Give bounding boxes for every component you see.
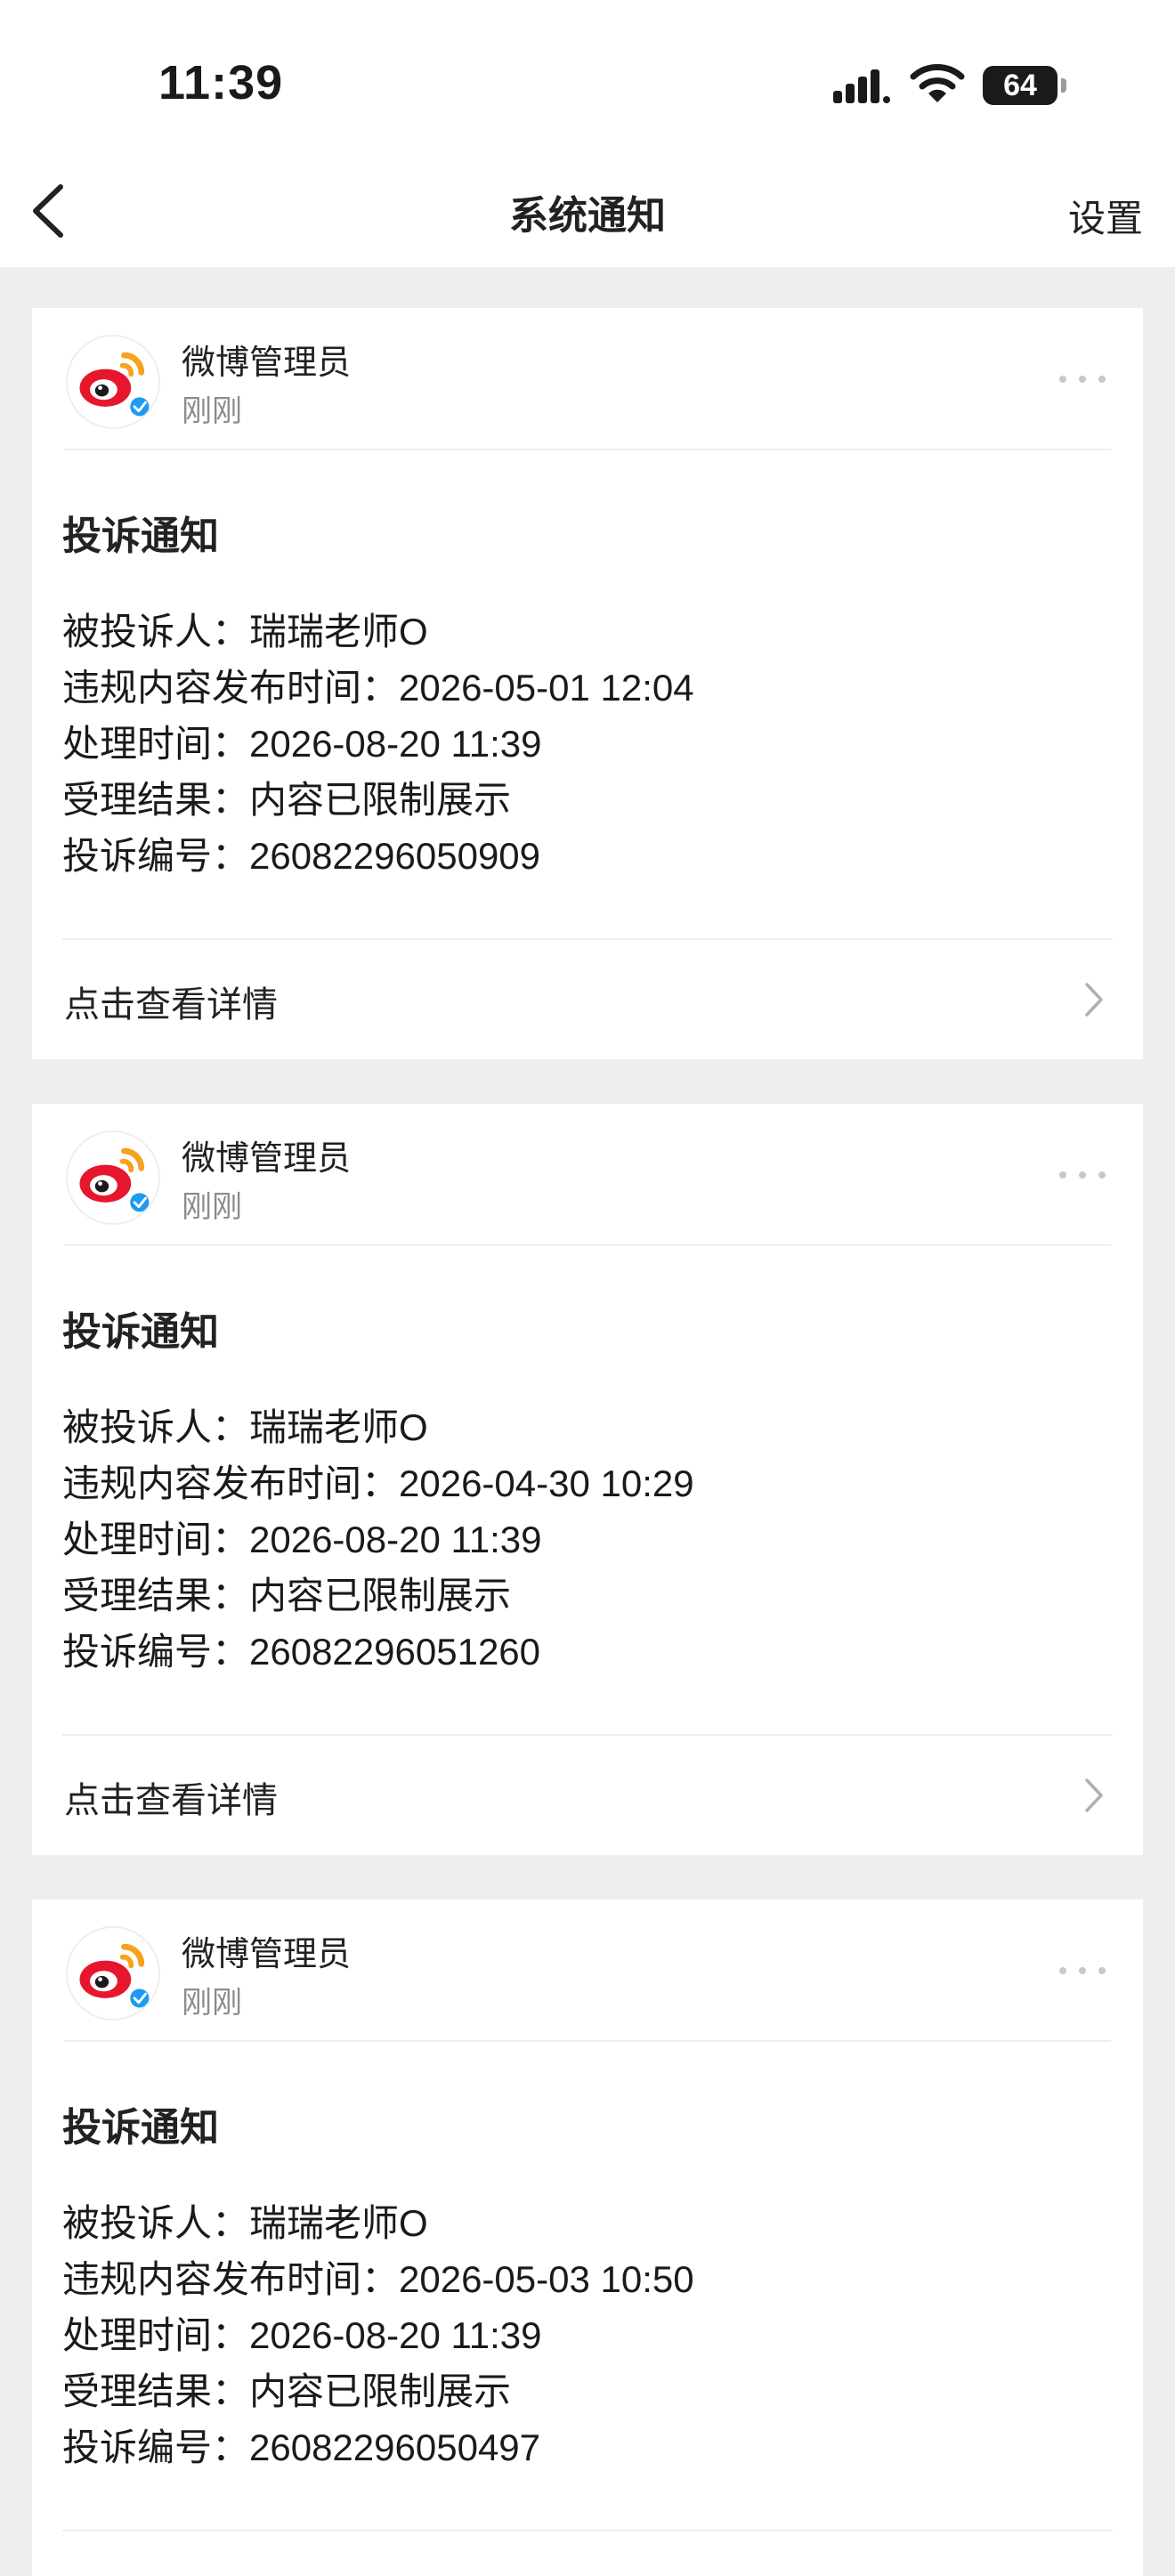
detail-line: 受理结果：内容已限制展示 <box>62 779 512 821</box>
settings-button[interactable]: 设置 <box>1068 189 1143 243</box>
notice-details: 被投诉人：瑞瑞老师O 违规内容发布时间：2026-05-01 12:04 处理时… <box>62 603 694 884</box>
message-time: 刚刚 <box>182 1189 242 1225</box>
battery-cap <box>1061 78 1066 93</box>
sender-name[interactable]: 微博管理员 <box>182 335 351 384</box>
divider <box>64 2040 1111 2042</box>
detail-line: 被投诉人：瑞瑞老师O <box>62 1406 428 1448</box>
detail-line: 违规内容发布时间：2026-05-01 12:04 <box>62 667 694 709</box>
chevron-right-icon <box>1085 1778 1103 1812</box>
notice-title: 投诉通知 <box>62 1309 219 1355</box>
sender-name[interactable]: 微博管理员 <box>182 1130 351 1179</box>
view-details-link[interactable]: 点击查看详情 <box>64 976 278 1027</box>
message-time: 刚刚 <box>182 1985 242 2021</box>
detail-line: 处理时间：2026-08-20 11:39 <box>62 1519 542 1560</box>
status-bar: 11:39 64 <box>0 0 1175 160</box>
notice-title: 投诉通知 <box>62 514 219 559</box>
navigation-bar: 系统通知 设置 <box>0 160 1175 267</box>
detail-line: 被投诉人：瑞瑞老师O <box>62 2202 428 2244</box>
notice-title: 投诉通知 <box>62 2105 219 2151</box>
chevron-right-icon <box>1085 983 1103 1017</box>
weibo-logo-icon[interactable] <box>66 335 160 429</box>
detail-line: 被投诉人：瑞瑞老师O <box>62 611 428 652</box>
clock: 11:39 <box>158 56 284 109</box>
notification-card: 微博管理员 刚刚 投诉通知 被投诉人：瑞瑞老师O 违规内容发布时间：2026-0… <box>32 308 1143 1059</box>
weibo-logo-icon[interactable] <box>66 1926 160 2021</box>
notice-details: 被投诉人：瑞瑞老师O 违规内容发布时间：2026-04-30 10:29 处理时… <box>62 1399 694 1680</box>
detail-line: 违规内容发布时间：2026-05-03 10:50 <box>62 2258 694 2300</box>
battery-indicator: 64 <box>983 66 1058 105</box>
view-details-link[interactable]: 点击查看详情 <box>64 1771 278 1823</box>
notification-feed[interactable]: 微博管理员 刚刚 投诉通知 被投诉人：瑞瑞老师O 违规内容发布时间：2026-0… <box>0 267 1175 2576</box>
detail-line: 受理结果：内容已限制展示 <box>62 1575 512 1616</box>
notification-card: 微博管理员 刚刚 投诉通知 被投诉人：瑞瑞老师O 违规内容发布时间：2026-0… <box>32 1900 1143 2576</box>
cellular-signal-icon <box>833 69 890 103</box>
divider <box>64 449 1111 450</box>
detail-line: 投诉编号：26082296051260 <box>62 1631 541 1673</box>
more-dots-icon[interactable] <box>1058 1168 1107 1182</box>
detail-line: 投诉编号：26082296050497 <box>62 2426 541 2468</box>
detail-line: 处理时间：2026-08-20 11:39 <box>62 2314 542 2356</box>
notification-card: 微博管理员 刚刚 投诉通知 被投诉人：瑞瑞老师O 违规内容发布时间：2026-0… <box>32 1104 1143 1855</box>
detail-line: 违规内容发布时间：2026-04-30 10:29 <box>62 1462 694 1504</box>
more-dots-icon[interactable] <box>1058 372 1107 386</box>
card-header: 微博管理员 刚刚 <box>32 1104 1143 1246</box>
notice-details: 被投诉人：瑞瑞老师O 违规内容发布时间：2026-05-03 10:50 处理时… <box>62 2195 694 2475</box>
detail-line: 受理结果：内容已限制展示 <box>62 2370 512 2412</box>
page-title: 系统通知 <box>509 193 666 239</box>
weibo-logo-icon[interactable] <box>66 1130 160 1225</box>
wifi-icon <box>910 64 965 102</box>
message-time: 刚刚 <box>182 393 242 429</box>
detail-line: 投诉编号：26082296050909 <box>62 835 541 877</box>
view-details-row[interactable]: 点击查看详情 <box>32 1736 1143 1855</box>
view-details-row[interactable]: 点击查看详情 <box>32 940 1143 1059</box>
divider <box>64 1244 1111 1246</box>
card-header: 微博管理员 刚刚 <box>32 1900 1143 2042</box>
sender-name[interactable]: 微博管理员 <box>182 1926 351 1975</box>
detail-line: 处理时间：2026-08-20 11:39 <box>62 723 542 765</box>
more-dots-icon[interactable] <box>1058 1964 1107 1978</box>
card-header: 微博管理员 刚刚 <box>32 308 1143 450</box>
divider <box>62 2530 1113 2531</box>
